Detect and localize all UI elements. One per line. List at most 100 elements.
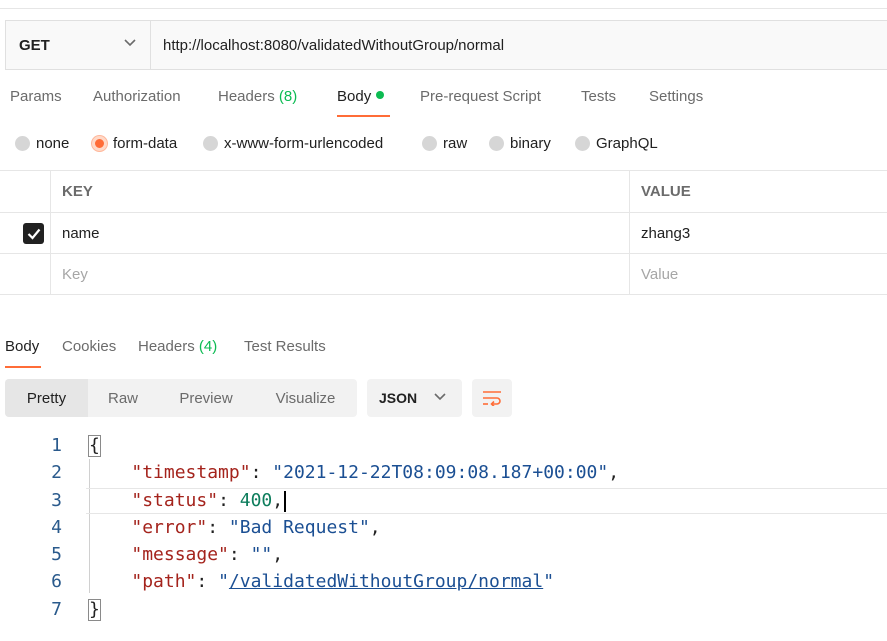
radio-label: GraphQL bbox=[596, 135, 658, 152]
json-string-value: "" bbox=[250, 544, 273, 565]
radio-graphql[interactable]: GraphQL bbox=[575, 135, 658, 152]
chevron-down-icon bbox=[124, 39, 136, 47]
table-row-empty: Key Value bbox=[0, 253, 887, 295]
json-key: "message" bbox=[131, 544, 229, 565]
line-number: 5 bbox=[51, 544, 62, 565]
line-number: 6 bbox=[51, 571, 62, 592]
line-number: 3 bbox=[51, 490, 62, 511]
tab-pre-request-script[interactable]: Pre-request Script bbox=[420, 88, 541, 105]
active-tab-indicator bbox=[337, 115, 390, 117]
method-select[interactable]: GET bbox=[6, 21, 151, 69]
radio-icon bbox=[489, 136, 504, 151]
json-number-value: 400 bbox=[239, 490, 273, 511]
json-key: "timestamp" bbox=[131, 462, 251, 483]
format-select[interactable]: JSON bbox=[367, 379, 462, 417]
close-brace: } bbox=[88, 599, 101, 621]
body-indicator-dot bbox=[376, 91, 385, 100]
top-divider bbox=[0, 8, 887, 9]
radio-label: raw bbox=[443, 135, 468, 152]
tab-body[interactable]: Body bbox=[337, 88, 385, 105]
code-line: 2 "timestamp": "2021-12-22T08:09:08.187+… bbox=[0, 459, 887, 486]
response-tab-body[interactable]: Body bbox=[5, 338, 39, 355]
tab-label: Tests bbox=[581, 88, 617, 105]
json-quote: " bbox=[543, 571, 555, 592]
open-brace: { bbox=[88, 435, 101, 457]
value-column-header: VALUE bbox=[641, 183, 691, 200]
line-number: 1 bbox=[51, 435, 62, 456]
response-tab-cookies[interactable]: Cookies bbox=[62, 338, 116, 355]
radio-icon bbox=[422, 136, 437, 151]
code-line: 1 { bbox=[0, 432, 887, 459]
format-label: JSON bbox=[379, 390, 418, 406]
table-header-row: KEY VALUE bbox=[0, 170, 887, 212]
radio-binary[interactable]: binary bbox=[489, 135, 551, 152]
view-raw-button[interactable]: Raw bbox=[88, 379, 158, 417]
radio-label: none bbox=[36, 135, 70, 152]
view-mode-segmented-control: Pretty Raw Preview Visualize bbox=[5, 379, 357, 417]
key-cell[interactable]: name bbox=[62, 213, 100, 254]
text-cursor bbox=[284, 490, 287, 512]
tab-label: Headers bbox=[138, 338, 195, 355]
radio-label: form-data bbox=[113, 135, 178, 152]
tab-label: Pre-request Script bbox=[420, 88, 541, 105]
radio-label: x-www-form-urlencoded bbox=[224, 135, 384, 152]
tab-label: Settings bbox=[649, 88, 704, 105]
value-cell[interactable]: zhang3 bbox=[641, 213, 690, 254]
radio-label: binary bbox=[510, 135, 551, 152]
row-enabled-checkbox[interactable] bbox=[23, 223, 44, 244]
chevron-down-icon bbox=[434, 393, 446, 401]
table-row: name zhang3 bbox=[0, 212, 887, 254]
tab-label: Params bbox=[10, 88, 62, 105]
column-divider bbox=[50, 170, 51, 295]
json-string-value: "Bad Request" bbox=[228, 517, 370, 538]
json-key: "status" bbox=[131, 490, 219, 511]
url-value: http://localhost:8080/validatedWithoutGr… bbox=[163, 36, 505, 54]
view-preview-button[interactable]: Preview bbox=[158, 379, 254, 417]
code-line: 6 "path": "/validatedWithoutGroup/normal… bbox=[0, 568, 887, 595]
radio-x-www-form-urlencoded[interactable]: x-www-form-urlencoded bbox=[203, 135, 383, 152]
tab-label: Cookies bbox=[62, 338, 117, 355]
tab-label: Authorization bbox=[93, 88, 181, 105]
radio-icon bbox=[15, 136, 30, 151]
key-placeholder[interactable]: Key bbox=[62, 254, 88, 295]
radio-form-data[interactable]: form-data bbox=[92, 135, 177, 152]
checkmark-icon bbox=[27, 228, 40, 240]
radio-none[interactable]: none bbox=[15, 135, 69, 152]
tab-label: Body bbox=[337, 88, 372, 105]
request-url-bar: GET http://localhost:8080/validatedWitho… bbox=[5, 20, 887, 70]
tab-authorization[interactable]: Authorization bbox=[93, 88, 181, 105]
tab-settings[interactable]: Settings bbox=[649, 88, 703, 105]
column-divider bbox=[629, 170, 630, 295]
tab-label: Test Results bbox=[244, 338, 326, 355]
path-link[interactable]: /validatedWithoutGroup/normal bbox=[229, 571, 543, 592]
radio-icon bbox=[575, 136, 590, 151]
line-number: 4 bbox=[51, 517, 62, 538]
tab-params[interactable]: Params bbox=[10, 88, 62, 105]
view-pretty-button[interactable]: Pretty bbox=[5, 379, 88, 417]
tab-headers[interactable]: Headers (8) bbox=[218, 88, 297, 105]
line-number: 7 bbox=[51, 599, 62, 620]
method-label: GET bbox=[19, 36, 50, 54]
response-tab-test-results[interactable]: Test Results bbox=[244, 338, 326, 355]
radio-raw[interactable]: raw bbox=[422, 135, 467, 152]
response-tab-headers[interactable]: Headers (4) bbox=[138, 338, 217, 355]
code-line: 4 "error": "Bad Request", bbox=[0, 514, 887, 541]
url-input[interactable]: http://localhost:8080/validatedWithoutGr… bbox=[151, 21, 504, 69]
radio-selected-icon bbox=[92, 136, 107, 151]
code-line: 7 } bbox=[0, 596, 887, 623]
wrap-lines-button[interactable] bbox=[472, 379, 512, 417]
tab-label: Body bbox=[5, 338, 40, 355]
view-visualize-button[interactable]: Visualize bbox=[254, 379, 357, 417]
radio-icon bbox=[203, 136, 218, 151]
wrap-lines-icon bbox=[483, 391, 501, 406]
value-placeholder[interactable]: Value bbox=[641, 254, 678, 295]
tab-tests[interactable]: Tests bbox=[581, 88, 616, 105]
active-response-tab-indicator bbox=[5, 366, 41, 368]
code-line: 5 "message": "", bbox=[0, 541, 887, 568]
json-key: "path" bbox=[131, 571, 197, 592]
headers-count: (4) bbox=[198, 338, 218, 355]
key-column-header: KEY bbox=[62, 183, 93, 200]
json-key: "error" bbox=[131, 517, 208, 538]
json-quote: " bbox=[218, 571, 229, 592]
json-string-value: "2021-12-22T08:09:08.187+00:00" bbox=[272, 462, 609, 483]
